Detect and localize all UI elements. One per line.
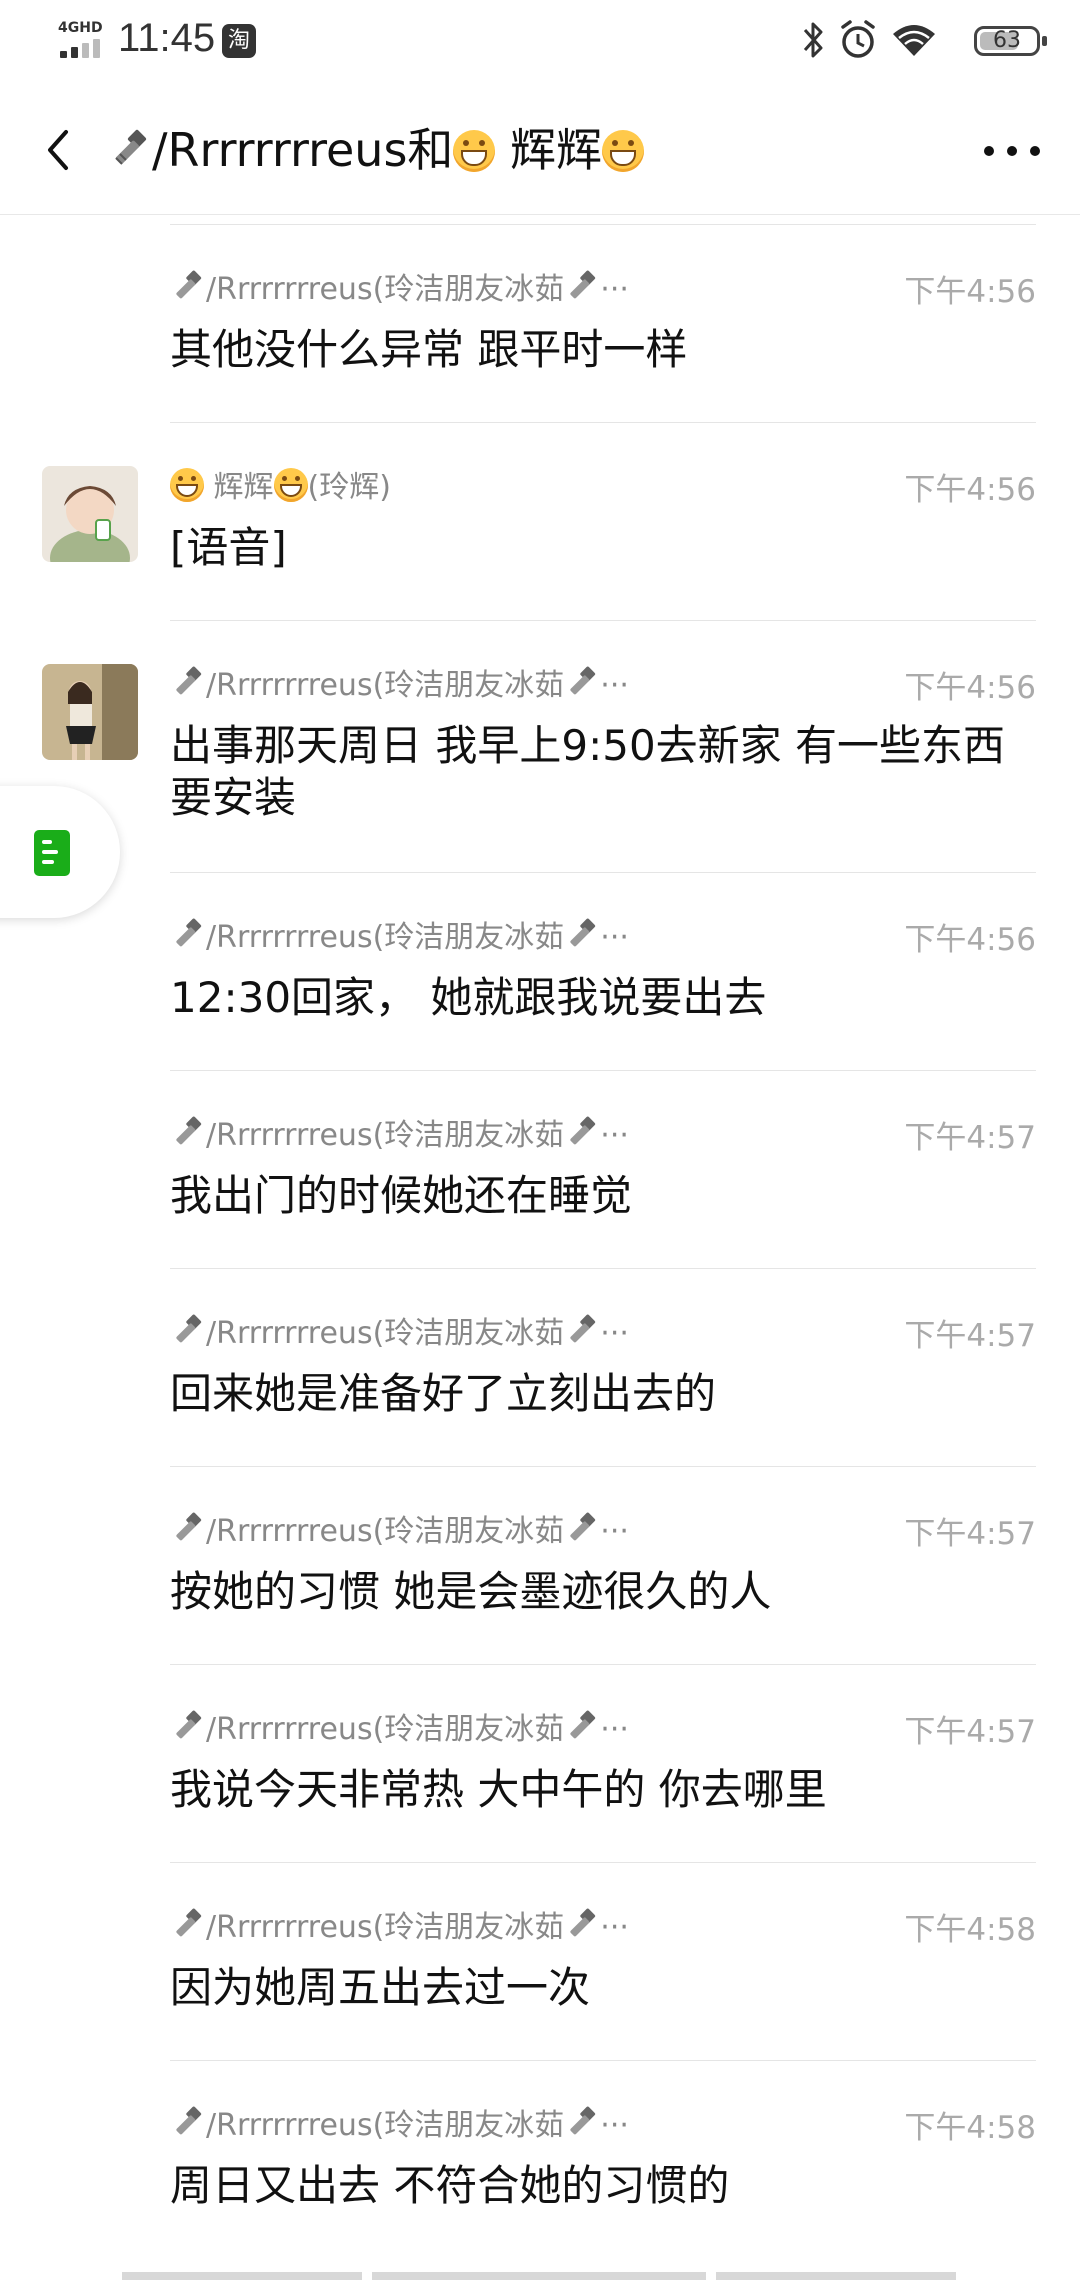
bolt-icon — [570, 918, 596, 947]
wifi-icon — [893, 25, 935, 56]
list-item[interactable]: /Rrrrrrrreus(玲洁朋友冰茹 ··· 下午4:58 因为她周五出去过一次 — [0, 1862, 1080, 2060]
grin-emoji-icon — [453, 130, 496, 172]
bolt-icon — [176, 1512, 202, 1541]
message-sender: /Rrrrrrrreus(玲洁朋友冰茹 ··· — [170, 912, 629, 956]
message-text: 按她的习惯 她是会墨迹很久的人 — [170, 1567, 772, 1616]
bolt-icon — [176, 1710, 202, 1739]
note-icon — [34, 830, 70, 876]
message-text: 回来她是准备好了立刻出去的 — [170, 1369, 717, 1418]
taobao-icon: 淘 — [222, 24, 256, 58]
bolt-icon — [176, 2106, 202, 2135]
message-time: 下午4:58 — [904, 1912, 1036, 1948]
message-text: 12:30回家， 她就跟我说要出去 — [170, 973, 767, 1022]
list-item[interactable]: 辉辉 (玲辉) 下午4:56 [语音] — [0, 422, 1080, 620]
message-text: [语音] — [170, 523, 287, 572]
message-sender: /Rrrrrrrreus(玲洁朋友冰茹 ··· — [170, 1110, 629, 1154]
avatar[interactable] — [42, 466, 138, 562]
scroll-indicator — [372, 2272, 706, 2280]
message-sender: /Rrrrrrrreus(玲洁朋友冰茹 ··· — [170, 1308, 629, 1352]
bolt-icon — [570, 1512, 596, 1541]
message-sender: /Rrrrrrrreus(玲洁朋友冰茹 ··· — [170, 1506, 629, 1550]
message-sender: /Rrrrrrrreus(玲洁朋友冰茹 ··· — [170, 1902, 629, 1946]
grin-emoji-icon — [273, 468, 308, 502]
more-icon[interactable] — [984, 140, 1040, 160]
bolt-icon — [570, 1314, 596, 1343]
message-text: 其他没什么异常 跟平时一样 — [170, 325, 688, 374]
message-time: 下午4:56 — [904, 670, 1036, 706]
bolt-icon — [570, 1710, 596, 1739]
bolt-icon — [570, 1116, 596, 1145]
list-item[interactable]: /Rrrrrrrreus(玲洁朋友冰茹 ··· 下午4:56 12:30回家， 她… — [0, 872, 1080, 1070]
bolt-icon — [176, 918, 202, 947]
message-time: 下午4:56 — [904, 472, 1036, 508]
grin-emoji-icon — [602, 130, 645, 172]
bolt-icon — [570, 1908, 596, 1937]
message-text: 我说今天非常热 大中午的 你去哪里 — [170, 1765, 827, 1814]
status-bar: 4GHD 11:45 淘 63 — [0, 0, 1080, 84]
bolt-icon — [176, 270, 202, 299]
message-sender: 辉辉 (玲辉) — [170, 462, 391, 506]
message-sender: /Rrrrrrrreus(玲洁朋友冰茹 ··· — [170, 660, 629, 704]
clock: 11:45 — [118, 16, 216, 60]
message-sender: /Rrrrrrrreus(玲洁朋友冰茹 ··· — [170, 2100, 629, 2144]
message-time: 下午4:57 — [904, 1714, 1036, 1750]
bolt-icon — [115, 129, 147, 165]
scroll-indicator — [122, 2272, 362, 2280]
bolt-icon — [570, 666, 596, 695]
message-time: 下午4:57 — [904, 1318, 1036, 1354]
bolt-icon — [176, 666, 202, 695]
list-item[interactable]: /Rrrrrrrreus(玲洁朋友冰茹 ··· 下午4:57 我出门的时候她还在睡… — [0, 1070, 1080, 1268]
message-text: 出事那天周日 我早上9:50去新家 有一些东西要安装 — [170, 721, 1006, 822]
battery-icon: 63 — [974, 26, 1047, 56]
list-item[interactable]: /Rrrrrrrreus(玲洁朋友冰茹 ··· 下午4:56 出事那天周日 我早上… — [0, 620, 1080, 872]
avatar[interactable] — [42, 664, 138, 760]
message-text: 周日又出去 不符合她的习惯的 — [170, 2161, 730, 2210]
message-sender: /Rrrrrrrreus(玲洁朋友冰茹 ··· — [170, 1704, 629, 1748]
message-text: 因为她周五出去过一次 — [170, 1963, 591, 2012]
chat-title: /Rrrrrrrreus和 辉辉 — [108, 120, 645, 180]
list-item[interactable]: /Rrrrrrrreus(玲洁朋友冰茹 ··· 下午4:57 回来她是准备好了立刻… — [0, 1268, 1080, 1466]
bolt-icon — [176, 1908, 202, 1937]
scroll-indicator — [716, 2272, 956, 2280]
chat-header: /Rrrrrrrreus和 辉辉 — [0, 84, 1080, 215]
bluetooth-icon — [803, 22, 823, 58]
list-item[interactable]: /Rrrrrrrreus(玲洁朋友冰茹 ··· 下午4:58 周日又出去 不符合她… — [0, 2060, 1080, 2260]
bolt-icon — [570, 270, 596, 299]
bolt-icon — [176, 1314, 202, 1343]
list-item[interactable]: /Rrrrrrrreus(玲洁朋友冰茹 ··· 下午4:56 其他没什么异常 跟平… — [0, 224, 1080, 422]
alarm-icon — [841, 20, 875, 58]
bolt-icon — [570, 2106, 596, 2135]
message-time: 下午4:58 — [904, 2110, 1036, 2146]
grin-emoji-icon — [170, 468, 204, 502]
bolt-icon — [176, 1116, 202, 1145]
list-item[interactable]: /Rrrrrrrreus(玲洁朋友冰茹 ··· 下午4:57 按她的习惯 她是会墨… — [0, 1466, 1080, 1664]
message-time: 下午4:56 — [904, 922, 1036, 958]
signal-icon: 4GHD — [58, 20, 108, 60]
message-time: 下午4:57 — [904, 1120, 1036, 1156]
list-item[interactable]: /Rrrrrrrreus(玲洁朋友冰茹 ··· 下午4:57 我说今天非常热 大中… — [0, 1664, 1080, 1862]
message-time: 下午4:56 — [904, 274, 1036, 310]
message-text: 我出门的时候她还在睡觉 — [170, 1171, 633, 1220]
back-arrow-icon[interactable] — [38, 120, 78, 180]
message-time: 下午4:57 — [904, 1516, 1036, 1552]
message-sender: /Rrrrrrrreus(玲洁朋友冰茹 ··· — [170, 264, 629, 308]
